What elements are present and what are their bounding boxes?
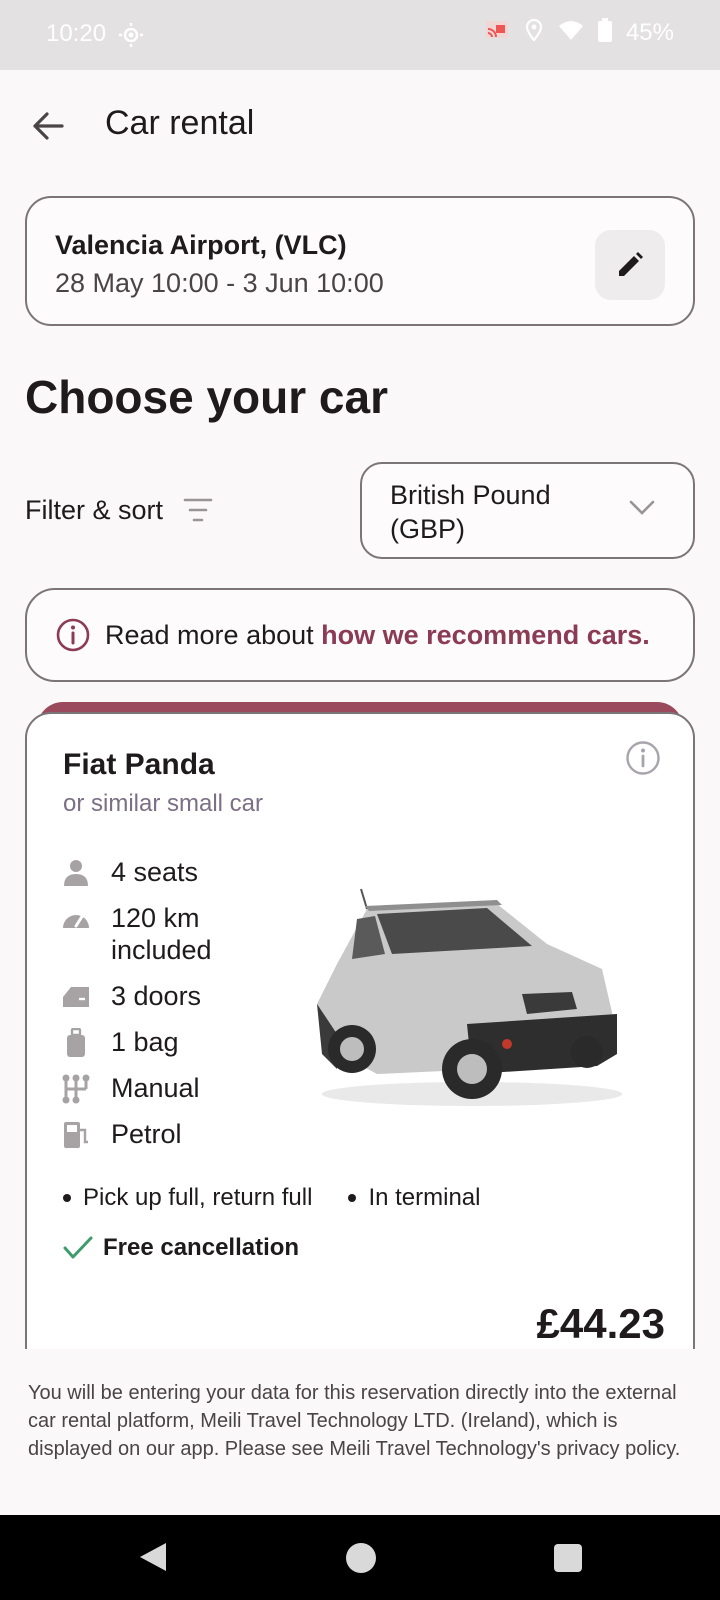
chevron-down-icon	[629, 500, 655, 515]
brightness-icon	[118, 22, 144, 53]
free-cancellation: Free cancellation	[63, 1234, 299, 1262]
recommendation-info-banner[interactable]: Read more about how we recommend cars.	[25, 588, 695, 682]
edit-search-button[interactable]	[595, 230, 665, 300]
feature-fuel-policy-label: Pick up full, return full	[83, 1184, 313, 1211]
car-price: £44.23	[536, 1300, 665, 1347]
nav-recents-button[interactable]	[554, 1544, 582, 1572]
rental-dates: 28 May 10:00 - 3 Jun 10:00	[55, 268, 384, 298]
feature-pickup-location-label: In terminal	[368, 1184, 481, 1211]
search-summary-card: Valencia Airport, (VLC) 28 May 10:00 - 3…	[25, 196, 695, 326]
filter-sort-button[interactable]: Filter & sort	[25, 490, 213, 530]
wifi-icon	[558, 19, 584, 46]
pencil-icon	[619, 252, 643, 276]
car-image	[317, 888, 622, 1106]
info-banner-text: Read more about how we recommend cars.	[105, 620, 650, 651]
fuel-pump-icon	[61, 1120, 91, 1150]
car-info-button[interactable]	[625, 740, 661, 781]
feature-fuel-policy: Pick up full, return full	[63, 1184, 312, 1212]
info-outline-icon	[626, 741, 660, 775]
nav-home-button[interactable]	[346, 1543, 376, 1573]
spec-fuel: Petrol	[61, 1118, 281, 1150]
person-icon	[61, 858, 91, 888]
cast-icon	[484, 19, 510, 46]
free-cancellation-label: Free cancellation	[103, 1234, 300, 1261]
spec-seats-label: 4 seats	[111, 857, 199, 887]
checkmark-icon	[63, 1236, 93, 1259]
section-title: Choose your car	[25, 371, 388, 423]
speedometer-icon	[61, 904, 91, 934]
spec-mileage: 120 km included	[61, 902, 281, 966]
arrow-back-icon	[33, 112, 64, 140]
car-door-icon	[61, 982, 91, 1012]
battery-icon	[597, 18, 612, 47]
spec-bags-label: 1 bag	[111, 1027, 179, 1057]
status-time: 10:20	[46, 20, 107, 47]
offer-features: Pick up full, return full In terminal	[63, 1184, 480, 1212]
pickup-location: Valencia Airport, (VLC)	[55, 230, 347, 260]
spec-doors-label: 3 doors	[111, 981, 202, 1011]
status-bar: 10:20 45%	[0, 0, 720, 70]
spec-fuel-label: Petrol	[111, 1119, 182, 1149]
bullet-dot	[63, 1194, 71, 1202]
car-subtitle: or similar small car	[63, 790, 264, 817]
gearshift-icon	[61, 1074, 91, 1104]
data-disclaimer: You will be entering your data for this …	[0, 1349, 720, 1515]
feature-pickup-location: In terminal	[348, 1184, 480, 1212]
spec-transmission: Manual	[61, 1072, 281, 1104]
spec-bags: 1 bag	[61, 1026, 281, 1058]
app-bar: Car rental	[0, 70, 720, 180]
info-icon	[55, 617, 91, 653]
page-title: Car rental	[105, 104, 255, 142]
recommend-cars-link[interactable]: how we recommend cars.	[321, 620, 650, 650]
nav-back-icon[interactable]	[138, 1541, 168, 1573]
back-button[interactable]	[24, 102, 72, 150]
currency-selected: British Pound (GBP)	[390, 480, 551, 544]
spec-mileage-label: 120 km included	[111, 903, 212, 965]
location-icon	[524, 18, 544, 47]
filter-lines-icon	[183, 498, 213, 522]
spec-doors: 3 doors	[61, 980, 281, 1012]
battery-percentage: 45%	[625, 18, 674, 46]
info-banner-prefix: Read more about	[105, 619, 322, 650]
system-nav-bar	[0, 1515, 720, 1600]
car-name: Fiat Panda	[63, 748, 215, 781]
spec-transmission-label: Manual	[111, 1073, 200, 1103]
bullet-dot	[348, 1194, 357, 1202]
currency-dropdown[interactable]: British Pound (GBP)	[360, 462, 695, 559]
spec-seats: 4 seats	[61, 856, 281, 888]
car-offer-card-wrap: Fiat Panda or similar small car 4 seats …	[25, 702, 695, 1352]
filter-sort-label: Filter & sort	[25, 494, 164, 525]
luggage-icon	[61, 1028, 91, 1058]
car-offer-card[interactable]: Fiat Panda or similar small car 4 seats …	[25, 712, 695, 1352]
status-icons: 45%	[484, 18, 674, 47]
car-spec-list: 4 seats 120 km included 3 doors 1 bag Ma…	[61, 856, 281, 1164]
